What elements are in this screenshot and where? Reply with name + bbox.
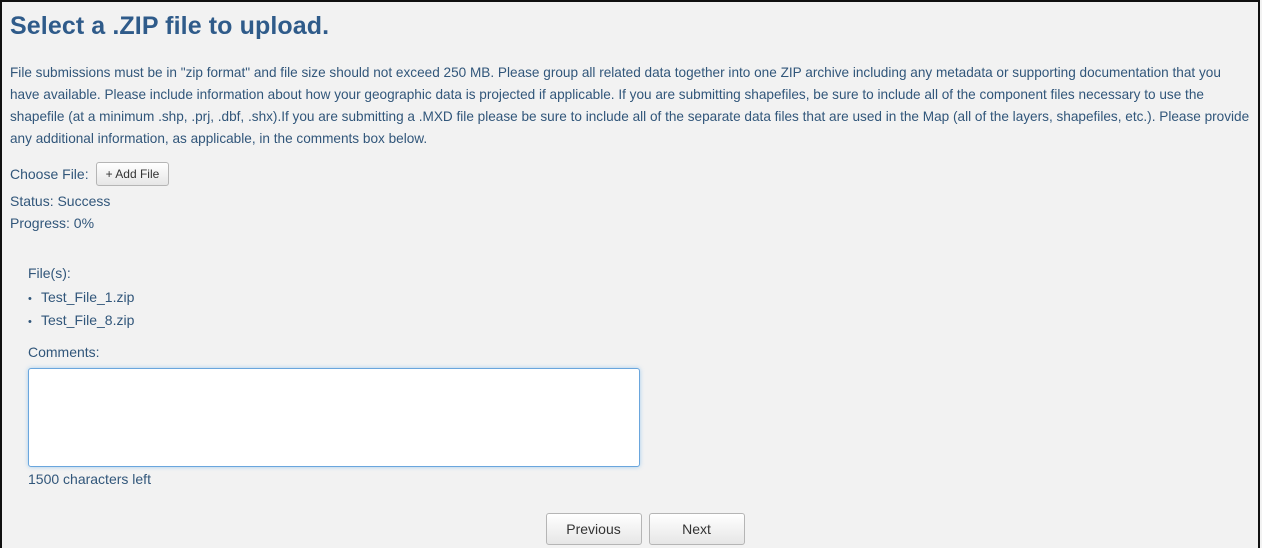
upload-panel: Select a .ZIP file to upload. File submi… [0, 0, 1260, 548]
bullet-icon: • [28, 293, 32, 305]
upload-progress: Progress: 0% [10, 215, 95, 231]
file-list: • Test_File_1.zip • Test_File_8.zip [28, 287, 134, 333]
add-file-button[interactable]: + Add File [95, 162, 170, 186]
comments-textarea[interactable] [28, 368, 640, 467]
instructions-text: File submissions must be in "zip format"… [10, 65, 1250, 146]
file-name: Test_File_1.zip [41, 289, 135, 305]
page-title: Select a .ZIP file to upload. [10, 12, 330, 40]
previous-button[interactable]: Previous [545, 513, 642, 545]
bullet-icon: • [28, 316, 32, 328]
choose-file-row: Choose File: + Add File [10, 162, 170, 186]
list-item: • Test_File_8.zip [28, 310, 134, 333]
choose-file-label: Choose File: [10, 166, 89, 182]
navigation-bar: Previous Next [2, 513, 1262, 545]
files-label: File(s): [28, 265, 71, 281]
upload-status: Status: Success [10, 193, 111, 209]
characters-left-counter: 1500 characters left [28, 471, 151, 487]
next-button[interactable]: Next [648, 513, 745, 545]
list-item: • Test_File_1.zip [28, 287, 134, 310]
file-name: Test_File_8.zip [41, 312, 135, 328]
comments-label: Comments: [28, 344, 100, 360]
